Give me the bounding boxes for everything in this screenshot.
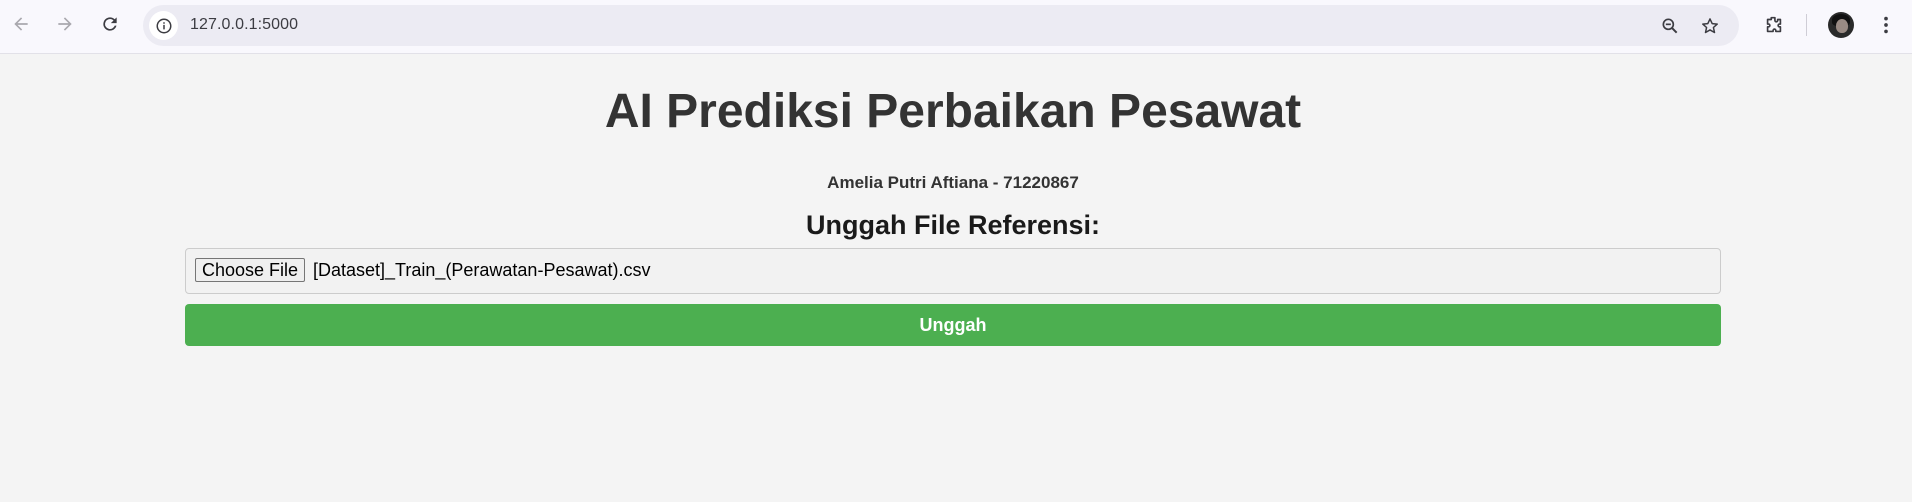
extensions-icon bbox=[1766, 16, 1782, 33]
menu-icon bbox=[1884, 16, 1888, 34]
page-title: AI Prediksi Perbaikan Pesawat bbox=[604, 85, 1302, 138]
url-text[interactable]: 127.0.0.1:5000 bbox=[190, 16, 298, 34]
author-subtitle: Amelia Putri Aftiana - 71220867 bbox=[827, 173, 1079, 192]
forward-icon bbox=[58, 17, 72, 31]
avatar[interactable] bbox=[1828, 12, 1854, 38]
back-button[interactable] bbox=[6, 9, 36, 39]
upload-heading: Unggah File Referensi: bbox=[805, 210, 1101, 240]
selected-file-name: [Dataset]_Train_(Perawatan-Pesawat).csv bbox=[313, 260, 651, 280]
reload-icon bbox=[103, 17, 117, 31]
zoom-button[interactable] bbox=[1657, 13, 1683, 39]
address-bar[interactable]: 127.0.0.1:5000 bbox=[143, 5, 1739, 46]
toolbar-divider bbox=[1806, 14, 1807, 36]
file-input[interactable]: Choose File [Dataset]_Train_(Perawatan-P… bbox=[185, 248, 1721, 294]
zoom-icon bbox=[1662, 18, 1678, 34]
extensions-button[interactable] bbox=[1759, 10, 1789, 40]
upload-button[interactable]: Unggah bbox=[185, 304, 1721, 346]
bookmark-button[interactable] bbox=[1697, 13, 1723, 39]
menu-button[interactable] bbox=[1871, 10, 1901, 40]
star-icon bbox=[1702, 18, 1718, 34]
reload-button[interactable] bbox=[95, 9, 125, 39]
back-icon bbox=[14, 17, 28, 31]
choose-file-button[interactable]: Choose File bbox=[195, 258, 306, 282]
site-info-button[interactable] bbox=[149, 11, 178, 40]
page-content: AI Prediksi Perbaikan Pesawat Amelia Put… bbox=[0, 55, 1912, 502]
site-info-icon bbox=[156, 18, 171, 33]
browser-toolbar: 127.0.0.1:5000 bbox=[0, 0, 1912, 54]
forward-button[interactable] bbox=[50, 9, 80, 39]
